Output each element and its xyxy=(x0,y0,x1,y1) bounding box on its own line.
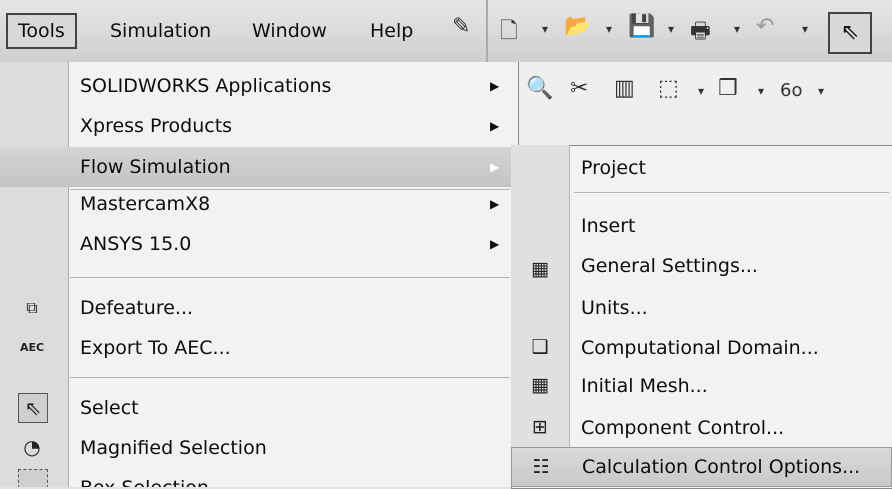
tools-item-mastercamx8[interactable]: MastercamX8 ▶ xyxy=(0,184,518,224)
menu-separator xyxy=(574,192,889,193)
view-orientation-icon[interactable]: ⬚ xyxy=(658,76,679,101)
open-icon[interactable]: 📂 xyxy=(564,14,591,48)
flow-item-initial-mesh[interactable]: ▦ Initial Mesh... xyxy=(511,366,892,406)
export-aec-icon: AEC xyxy=(19,341,45,354)
flow-item-computational-domain[interactable]: ❑ Computational Domain... xyxy=(511,328,892,368)
menu-help[interactable]: Help xyxy=(360,16,423,46)
tools-item-defeature[interactable]: ⧉ Defeature... xyxy=(0,288,518,328)
flow-item-units[interactable]: Units... xyxy=(511,288,892,328)
magnified-selection-icon: ◔ xyxy=(23,435,41,459)
menu-item-label: Magnified Selection xyxy=(80,437,267,459)
display-dropdown-icon[interactable]: ▾ xyxy=(758,84,764,98)
menu-item-label: Calculation Control Options... xyxy=(582,456,861,478)
menubar: Tools Simulation Window Help ✎ 🗋 ▾ 📂 ▾ 💾… xyxy=(0,0,892,63)
computational-domain-icon: ❑ xyxy=(531,336,549,358)
display-style-icon[interactable]: ❒ xyxy=(718,76,738,101)
menu-item-label: Project xyxy=(581,157,647,179)
menu-item-label: SOLIDWORKS Applications xyxy=(80,75,332,97)
menu-item-label: Computational Domain... xyxy=(581,337,819,359)
menu-item-label: Units... xyxy=(581,297,648,319)
menu-item-label: Insert xyxy=(581,215,636,237)
view-toolbar: 🔍 ✂ ▥ ⬚ ▾ ❒ ▾ 6ᴏ ▾ xyxy=(518,62,892,148)
hide-show-icon[interactable]: 6ᴏ xyxy=(780,80,802,101)
menu-window[interactable]: Window xyxy=(242,16,337,46)
new-dropdown-icon[interactable]: ▾ xyxy=(542,22,548,36)
submenu-arrow-icon: ▶ xyxy=(490,160,500,174)
save-icon[interactable]: 💾 xyxy=(628,14,655,48)
select-pointer-icon[interactable]: ⇖ xyxy=(828,12,872,54)
menu-item-label: Xpress Products xyxy=(80,115,233,137)
hide-show-dropdown-icon[interactable]: ▾ xyxy=(818,84,824,98)
menu-separator xyxy=(70,277,510,278)
tools-item-solidworks-applications[interactable]: SOLIDWORKS Applications ▶ xyxy=(0,66,518,106)
tools-item-flow-simulation[interactable]: Flow Simulation ▶ xyxy=(0,147,518,187)
menu-item-label: Box Selection xyxy=(80,468,209,487)
section-view-icon[interactable]: ▥ xyxy=(614,76,635,101)
submenu-arrow-icon: ▶ xyxy=(490,197,500,211)
tools-item-ansys[interactable]: ANSYS 15.0 ▶ xyxy=(0,224,518,264)
open-dropdown-icon[interactable]: ▾ xyxy=(606,22,612,36)
menu-simulation[interactable]: Simulation xyxy=(100,16,221,46)
box-selection-icon xyxy=(18,469,48,487)
new-document-icon[interactable]: 🗋 xyxy=(500,14,518,48)
flow-item-project[interactable]: Project xyxy=(511,148,892,188)
tools-item-select[interactable]: ⇖ Select xyxy=(0,388,518,428)
component-control-icon: ⊞ xyxy=(532,416,548,438)
tools-item-xpress-products[interactable]: Xpress Products ▶ xyxy=(0,106,518,146)
general-settings-icon: ▦ xyxy=(531,258,549,280)
menu-item-label: General Settings... xyxy=(581,255,758,277)
menu-item-label: MastercamX8 xyxy=(80,193,211,215)
zoom-area-icon[interactable]: ✂ xyxy=(570,76,588,101)
menu-tools[interactable]: Tools xyxy=(6,13,77,49)
menu-separator xyxy=(70,377,510,378)
menu-item-label: Export To AEC... xyxy=(80,337,231,359)
zoom-fit-icon[interactable]: 🔍 xyxy=(526,76,553,101)
menu-item-label: ANSYS 15.0 xyxy=(80,233,192,255)
save-dropdown-icon[interactable]: ▾ xyxy=(668,22,674,36)
flow-item-component-control[interactable]: ⊞ Component Control... xyxy=(511,408,892,448)
flow-item-general-settings[interactable]: ▦ General Settings... xyxy=(511,246,892,286)
print-icon[interactable]: 🖶 xyxy=(690,14,711,48)
submenu-arrow-icon: ▶ xyxy=(490,237,500,251)
initial-mesh-icon: ▦ xyxy=(531,374,549,396)
menu-item-label: Select xyxy=(80,397,139,419)
calculation-control-icon: ☷ xyxy=(532,456,550,478)
tools-item-box-selection[interactable]: Box Selection xyxy=(0,466,518,487)
menu-item-label: Component Control... xyxy=(581,417,785,439)
undo-icon[interactable]: ↶ xyxy=(756,14,774,48)
toolbar-divider xyxy=(486,0,488,62)
defeature-icon: ⧉ xyxy=(26,298,38,317)
undo-dropdown-icon[interactable]: ▾ xyxy=(802,22,808,36)
submenu-arrow-icon: ▶ xyxy=(490,119,500,133)
menu-item-label: Flow Simulation xyxy=(80,156,231,178)
select-arrow-icon: ⇖ xyxy=(18,393,48,423)
flow-item-insert[interactable]: Insert xyxy=(511,206,892,246)
tools-item-magnified-selection[interactable]: ◔ Magnified Selection xyxy=(0,428,518,468)
menu-item-label: Initial Mesh... xyxy=(581,375,708,397)
flow-item-calculation-control-options[interactable]: ☷ Calculation Control Options... xyxy=(511,447,892,487)
pin-icon[interactable]: ✎ xyxy=(452,14,470,48)
submenu-arrow-icon: ▶ xyxy=(490,79,500,93)
tools-item-export-to-aec[interactable]: AEC Export To AEC... xyxy=(0,328,518,368)
print-dropdown-icon[interactable]: ▾ xyxy=(734,22,740,36)
orientation-dropdown-icon[interactable]: ▾ xyxy=(698,84,704,98)
menu-item-label: Defeature... xyxy=(80,297,194,319)
